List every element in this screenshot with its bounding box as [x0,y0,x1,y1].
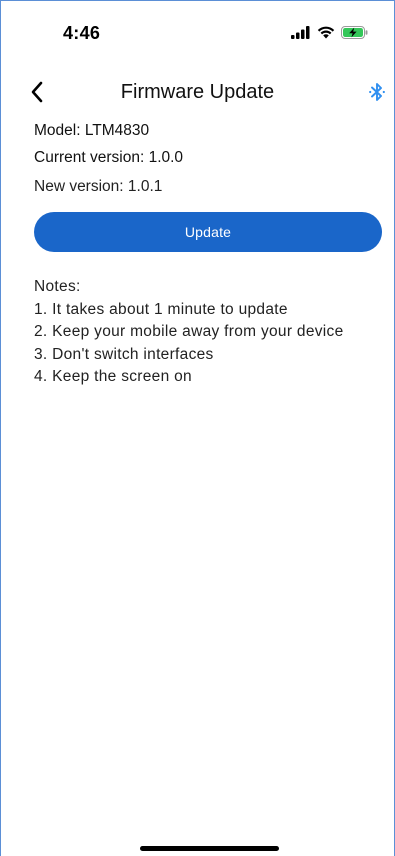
page-title: Firmware Update [120,81,275,103]
model-label: Model: LTM4830 [34,122,150,139]
status-icons [291,26,368,39]
new-version-label: New version: 1.0.1 [34,178,163,195]
firmware-update-screen: 4:46 Firmware Update Model: LTM4830 Curr… [0,0,395,856]
status-time: 4:46 [63,23,101,43]
bluetooth-button[interactable] [368,81,386,103]
wifi-icon [317,26,335,39]
home-indicator [140,846,279,851]
notes-section: Notes: 1. It takes about 1 minute to upd… [34,276,394,389]
status-bar: 4:46 [1,1,394,65]
cellular-signal-icon [291,26,311,39]
note-item: 2. Keep your mobile away from your devic… [34,323,344,340]
notes-title: Notes: [34,278,81,295]
current-version-label: Current version: 1.0.0 [34,149,184,166]
bluetooth-icon [368,83,386,107]
nav-bar: Firmware Update [1,69,394,115]
update-button[interactable]: Update [34,212,382,252]
battery-charging-icon [341,26,368,39]
note-item: 1. It takes about 1 minute to update [34,300,288,318]
note-item: 3. Don't switch interfaces [34,345,214,363]
note-item: 4. Keep the screen on [34,368,192,385]
